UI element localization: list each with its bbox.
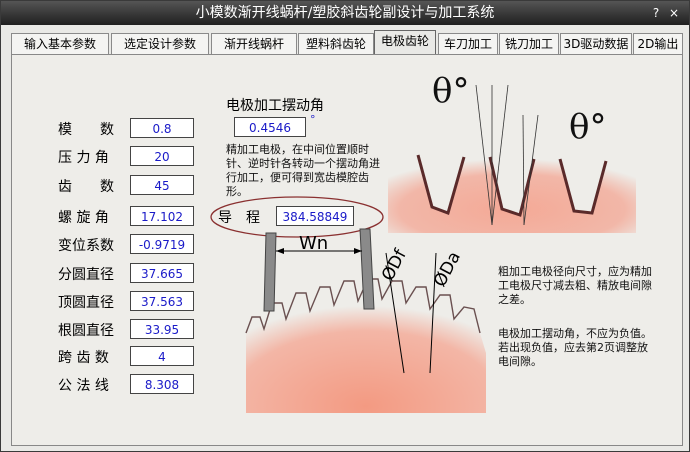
theta-label-left: θ°: [432, 71, 470, 111]
field-pressure-angle[interactable]: 20: [130, 146, 194, 166]
field-root-diameter[interactable]: 33.95: [130, 319, 194, 339]
tab-involute-worm[interactable]: 渐开线蜗杆: [211, 33, 297, 54]
tab-electrode-gear[interactable]: 电极齿轮: [374, 30, 436, 54]
field-helix-angle[interactable]: 17.102: [130, 206, 194, 226]
swing-angle-diagram: [388, 84, 636, 233]
tab-plastic-helical-gear[interactable]: 塑料斜齿轮: [298, 33, 374, 54]
field-span-teeth[interactable]: 4: [130, 346, 194, 366]
tab-bar: 输入基本参数 选定设计参数 渐开线蜗杆 塑料斜齿轮 电极齿轮 车刀加工 铣刀加工…: [1, 29, 689, 55]
electrode-gear-panel: 模 数 0.8 压 力 角 20 齿 数 45 螺 旋 角 17.102 变位系…: [11, 54, 683, 446]
tab-milling-cutter[interactable]: 铣刀加工: [499, 33, 559, 54]
tab-selected-design-params[interactable]: 选定设计参数: [111, 33, 209, 54]
wn-label: Wn: [299, 233, 329, 254]
field-module[interactable]: 0.8: [130, 118, 194, 138]
label-teeth-count: 齿 数: [58, 179, 114, 195]
tab-2d-output[interactable]: 2D输出: [633, 33, 683, 54]
label-tip-diameter: 顶圆直径: [58, 295, 114, 311]
label-helix-angle: 螺 旋 角: [58, 210, 109, 226]
theta-label-right: θ°: [569, 107, 607, 147]
label-profile-shift: 变位系数: [58, 238, 114, 254]
help-button[interactable]: ?: [649, 6, 663, 20]
title-bar: 小模数渐开线蜗杆/塑胶斜齿轮副设计与加工系统 ? ×: [1, 1, 689, 25]
field-pitch-diameter[interactable]: 37.665: [130, 263, 194, 283]
label-root-diameter: 根圆直径: [58, 323, 114, 339]
label-base-tangent-length: 公 法 线: [58, 378, 109, 394]
field-swing-angle[interactable]: 0.4546: [234, 117, 306, 137]
gear-dimension-diagram: [245, 228, 486, 413]
main-window: 小模数渐开线蜗杆/塑胶斜齿轮副设计与加工系统 ? × 输入基本参数 选定设计参数…: [0, 0, 690, 452]
field-teeth-count[interactable]: 45: [130, 175, 194, 195]
swing-angle-warning: 电极加工摆动角，不应为负值。若出现负值，应去第2页调整放电间隙。: [498, 327, 652, 368]
window-title: 小模数渐开线蜗杆/塑胶斜齿轮副设计与加工系统: [195, 5, 495, 21]
label-pitch-diameter: 分圆直径: [58, 267, 114, 283]
field-base-tangent-length[interactable]: 8.308: [130, 374, 194, 394]
rough-electrode-note: 粗加工电极径向尺寸，应为精加工电极尺寸减去粗、精放电间隙之差。: [498, 265, 652, 306]
swing-angle-note: 精加工电极，在中间位置顺时针、逆时针各转动一个摆动角进行加工，便可得到宽齿模腔齿…: [226, 143, 380, 198]
label-pressure-angle: 压 力 角: [58, 150, 109, 166]
field-profile-shift[interactable]: -0.9719: [130, 234, 194, 254]
label-span-teeth: 跨 齿 数: [58, 350, 109, 366]
degree-unit: °: [310, 113, 316, 126]
field-tip-diameter[interactable]: 37.563: [130, 291, 194, 311]
close-button[interactable]: ×: [667, 6, 681, 20]
tab-input-basic-params[interactable]: 输入基本参数: [11, 33, 109, 54]
swing-angle-title: 电极加工摆动角: [226, 98, 324, 114]
label-module: 模 数: [58, 122, 114, 138]
tab-lathe-tool[interactable]: 车刀加工: [438, 33, 498, 54]
tab-3d-driver-data[interactable]: 3D驱动数据: [560, 33, 632, 54]
